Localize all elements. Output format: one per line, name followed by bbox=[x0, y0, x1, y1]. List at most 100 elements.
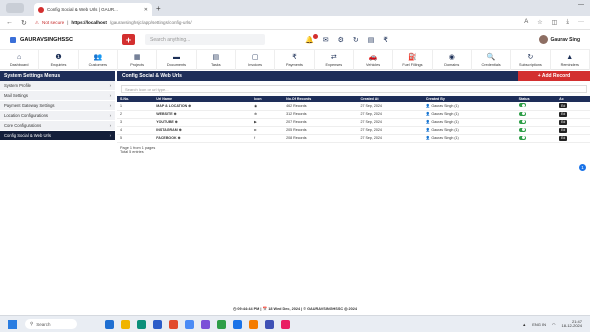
module-icon: 🔍 bbox=[486, 53, 496, 61]
calculator-icon[interactable]: ▤ bbox=[368, 36, 375, 44]
cell-created-by: 👤 Gaurav Singh (1) bbox=[423, 110, 516, 118]
user-icon: 👤 bbox=[425, 112, 431, 116]
cell-action: Ed bbox=[556, 118, 590, 126]
module-reminders[interactable]: ▲ Reminders bbox=[551, 50, 590, 70]
user-icon: 👤 bbox=[425, 120, 431, 124]
refresh-icon[interactable]: ↻ bbox=[353, 36, 359, 44]
mail-app-icon[interactable] bbox=[153, 319, 162, 329]
read-aloud-icon[interactable]: A bbox=[524, 19, 528, 26]
cell-url-name[interactable]: WEBSITE ⊕ bbox=[153, 110, 251, 118]
favicon-icon bbox=[38, 6, 44, 13]
windows-start-icon[interactable] bbox=[8, 319, 17, 329]
new-tab-icon[interactable]: + bbox=[156, 4, 161, 13]
avatar bbox=[538, 35, 548, 44]
cell-status bbox=[516, 110, 557, 118]
module-documents[interactable]: ▬ Documents bbox=[157, 50, 197, 70]
sidebar-item-label: Mail Settings bbox=[4, 93, 28, 98]
edit-button[interactable]: Ed bbox=[559, 111, 568, 117]
status-toggle[interactable] bbox=[518, 119, 526, 124]
edit-button[interactable]: Ed bbox=[559, 119, 568, 125]
module-domains[interactable]: ◉ Domains bbox=[433, 50, 472, 70]
status-toggle[interactable] bbox=[518, 103, 526, 108]
module-subscriptions[interactable]: ↻ Subscriptions bbox=[511, 50, 551, 70]
edit-button[interactable]: Ed bbox=[559, 127, 568, 133]
close-tab-icon[interactable]: ✕ bbox=[144, 7, 148, 13]
module-credentials[interactable]: 🔍 Credentials bbox=[472, 50, 512, 70]
sidebar-item[interactable]: Location Configurations › bbox=[0, 111, 115, 121]
module-expenses[interactable]: ⇄ Expenses bbox=[315, 50, 354, 70]
minimize-icon[interactable]: — bbox=[578, 2, 584, 8]
status-toggle[interactable] bbox=[518, 127, 526, 132]
urls-table: S.No. Url Name Icon No.Of Records Created At… bbox=[117, 96, 590, 143]
settings-icon[interactable]: ⚙ bbox=[338, 36, 344, 44]
wifi-icon[interactable]: ◠ bbox=[552, 322, 556, 327]
sidebar-item[interactable]: Config Social & Web Urls › bbox=[0, 131, 115, 141]
tray-icon[interactable]: ▲ bbox=[522, 322, 526, 327]
chrome-icon[interactable] bbox=[185, 319, 194, 329]
cell-action: Ed bbox=[556, 102, 590, 110]
cell-created-at: 27 Sep, 2024 bbox=[360, 103, 382, 108]
lang-indicator[interactable]: ENG IN bbox=[532, 322, 546, 327]
app-icon[interactable] bbox=[249, 319, 258, 329]
back-icon[interactable]: ← bbox=[6, 19, 13, 26]
module-projects[interactable]: ▦ Projects bbox=[118, 50, 158, 70]
edge-icon[interactable] bbox=[137, 319, 146, 329]
taskbar-search[interactable]: ⚲ Search bbox=[25, 319, 77, 329]
reload-icon[interactable]: ↻ bbox=[21, 19, 27, 27]
office-icon[interactable] bbox=[169, 319, 178, 329]
page-1-button[interactable]: 1 bbox=[579, 164, 586, 171]
sidebar-item[interactable]: Mail Settings › bbox=[0, 91, 115, 101]
edit-button[interactable]: Ed bbox=[559, 103, 568, 109]
table-search-input[interactable]: Search Icon or url type... bbox=[121, 85, 587, 93]
module-vehicles[interactable]: 🚗 Vehicles bbox=[354, 50, 394, 70]
module-fuel-fillings[interactable]: ⛽ Fuel Fillings bbox=[393, 50, 433, 70]
notifications-icon[interactable]: 🔔 bbox=[305, 33, 318, 44]
more-icon[interactable]: ··· bbox=[578, 19, 584, 26]
brand[interactable]: GAURAVSINGHSSC bbox=[10, 36, 122, 43]
status-toggle[interactable] bbox=[518, 111, 526, 116]
cell-url-name[interactable]: FACEBOOK ⊕ bbox=[153, 134, 251, 142]
cell-action: Ed bbox=[556, 126, 590, 134]
cell-url-name[interactable]: YOUTUBE ⊕ bbox=[153, 118, 251, 126]
edit-button[interactable]: Ed bbox=[559, 135, 568, 141]
vscode-icon[interactable] bbox=[201, 319, 210, 329]
module-label: Projects bbox=[130, 62, 144, 67]
rupee-icon[interactable]: ₹ bbox=[383, 36, 387, 44]
browser-tab[interactable]: Config Social & Web Urls | GAUR... ✕ bbox=[34, 3, 152, 16]
module-customers[interactable]: 👥 Customers bbox=[79, 50, 118, 70]
quick-add-button[interactable]: + bbox=[122, 34, 135, 45]
sidebar-item[interactable]: Payment Gateway Settings › bbox=[0, 101, 115, 111]
mail-icon[interactable]: ✉ bbox=[323, 36, 329, 44]
sidebar-item[interactable]: Core Configurations › bbox=[0, 121, 115, 131]
module-enquiries[interactable]: ❶ Enquiries bbox=[39, 50, 79, 70]
browser-profile-icon[interactable] bbox=[6, 3, 24, 13]
split-screen-icon[interactable]: ◫ bbox=[552, 19, 558, 26]
module-dashboard[interactable]: ⌂ Dashboard bbox=[0, 50, 40, 70]
cell-url-name[interactable]: MAP & LOCATION ⊕ bbox=[153, 102, 251, 110]
app-icon[interactable] bbox=[281, 319, 290, 329]
module-invoices[interactable]: ▢ Invoices bbox=[236, 50, 276, 70]
url-field[interactable]: ⚠ Not secure | https://localhost/gauravs… bbox=[35, 20, 192, 26]
clock[interactable]: 21:47 18-12-2024 bbox=[562, 319, 582, 329]
app-icon[interactable] bbox=[265, 319, 274, 329]
module-label: Credentials bbox=[481, 62, 501, 67]
user-menu[interactable]: Gaurav Sing bbox=[538, 35, 580, 44]
sidebar-item[interactable]: System Profile › bbox=[0, 81, 115, 91]
module-nav: ⌂ Dashboard ❶ Enquiries 👥 Customers ▦ Projects ▬… bbox=[0, 50, 590, 70]
add-record-button[interactable]: + Add Record bbox=[518, 71, 590, 81]
taskbar-app-icon[interactable] bbox=[105, 319, 114, 329]
global-search-input[interactable]: Search anything... bbox=[145, 34, 265, 45]
cell-icon: ▶ bbox=[254, 120, 257, 124]
cell-url-name[interactable]: INSTAGRAM ⊕ bbox=[153, 126, 251, 134]
module-tasks[interactable]: ▤ Tasks bbox=[197, 50, 236, 70]
favorite-icon[interactable]: ☆ bbox=[537, 19, 542, 26]
file-explorer-icon[interactable] bbox=[121, 319, 130, 329]
app-icon[interactable] bbox=[233, 319, 242, 329]
app-icon[interactable] bbox=[217, 319, 226, 329]
module-label: Documents bbox=[166, 62, 187, 67]
downloads-icon[interactable]: ⤓ bbox=[566, 19, 569, 26]
module-payments[interactable]: ₹ Payments bbox=[275, 50, 315, 70]
status-toggle[interactable] bbox=[518, 135, 526, 140]
browser-actions: A ☆ ◫ ⤓ ··· bbox=[524, 19, 584, 26]
address-bar: ← ↻ ⚠ Not secure | https://localhost/gau… bbox=[0, 16, 590, 30]
